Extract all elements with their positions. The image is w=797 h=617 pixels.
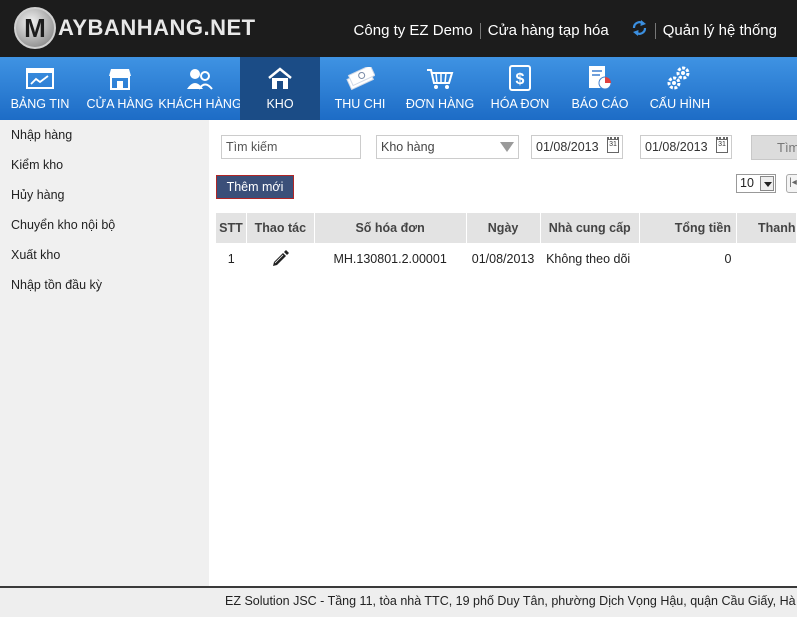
divider <box>654 22 656 39</box>
cell-invoice[interactable]: MH.130801.2.00001 <box>314 243 466 275</box>
footer-address: EZ Solution JSC - Tầng 11, tòa nhà TTC, … <box>225 594 797 608</box>
cash-icon <box>345 57 375 93</box>
nav-orders[interactable]: ĐƠN HÀNG <box>400 57 480 120</box>
calendar-icon[interactable]: 31 <box>716 137 728 153</box>
sidebar-item-export[interactable]: Xuất kho <box>0 240 209 270</box>
date-from-field[interactable]: 01/08/2013 31 <box>531 135 623 159</box>
warehouse-icon <box>267 57 293 93</box>
page-size-select[interactable]: 10 <box>736 174 776 193</box>
svg-text:$: $ <box>516 71 525 88</box>
header-action[interactable]: Thao tác <box>246 213 315 243</box>
refresh-icon[interactable] <box>631 19 648 42</box>
pager: 10 |◂ <box>736 174 797 193</box>
search-input[interactable] <box>221 135 361 159</box>
cell-total: 0 <box>724 252 732 266</box>
admin-link[interactable]: Quản lý hệ thống <box>663 22 777 39</box>
divider <box>479 22 481 39</box>
logo-badge: M <box>14 7 56 49</box>
invoice-icon: $ <box>508 57 532 93</box>
import-table: STT Thao tác Số hóa đơn Ngày Nhà cung cấ… <box>216 213 797 275</box>
sidebar-item-dispose[interactable]: Hủy hàng <box>0 180 209 210</box>
logo[interactable]: M AYBANHANG.NET <box>14 7 256 49</box>
cell-supplier: Không theo dõi <box>546 252 631 266</box>
table-header-row: STT Thao tác Số hóa đơn Ngày Nhà cung cấ… <box>216 213 797 243</box>
nav-warehouse[interactable]: KHO <box>240 57 320 120</box>
company-link[interactable]: Công ty EZ Demo <box>354 22 473 39</box>
footer: EZ Solution JSC - Tầng 11, tòa nhà TTC, … <box>0 586 797 617</box>
sidebar-item-transfer[interactable]: Chuyển kho nội bộ <box>0 210 209 240</box>
settings-icon <box>666 57 694 93</box>
warehouse-select[interactable]: Kho hàng <box>376 135 519 159</box>
header-paid[interactable]: Thanh <box>736 213 797 243</box>
chevron-down-icon <box>760 176 774 191</box>
edit-icon[interactable] <box>246 243 314 275</box>
customers-icon <box>186 57 214 93</box>
header-date[interactable]: Ngày <box>466 213 541 243</box>
chevron-down-icon <box>500 142 514 152</box>
store-link[interactable]: Cửa hàng tạp hóa <box>488 22 609 39</box>
cell-paid <box>736 243 796 275</box>
table-row: 1 MH.130801.2.00001 01/08/2013 Không the… <box>216 243 797 275</box>
header-supplier[interactable]: Nhà cung cấp <box>540 213 640 243</box>
cell-stt: 1 <box>227 252 235 266</box>
nav-cash[interactable]: THU CHI <box>320 57 400 120</box>
nav-settings[interactable]: CẤU HÌNH <box>640 57 720 120</box>
header-stt[interactable]: STT <box>216 213 247 243</box>
calendar-icon[interactable]: 31 <box>607 137 619 153</box>
cell-date: 01/08/2013 <box>471 252 535 266</box>
sidebar-item-opening-stock[interactable]: Nhập tồn đầu kỳ <box>0 270 209 300</box>
nav-dashboard[interactable]: BẢNG TIN <box>0 57 80 120</box>
search-button[interactable]: Tìm <box>751 135 797 160</box>
header-total[interactable]: Tổng tiền <box>639 213 737 243</box>
first-page-button[interactable]: |◂ <box>786 174 797 193</box>
main-content: Kho hàng 01/08/2013 31 01/08/2013 31 Tìm… <box>209 120 797 586</box>
report-icon <box>586 57 614 93</box>
header-invoice[interactable]: Số hóa đơn <box>314 213 467 243</box>
dashboard-icon <box>26 57 54 93</box>
top-right-menu: Công ty EZ Demo Cửa hàng tạp hóa Quản lý… <box>354 19 777 42</box>
date-to-field[interactable]: 01/08/2013 31 <box>640 135 732 159</box>
top-bar: M AYBANHANG.NET Công ty EZ Demo Cửa hàng… <box>0 0 797 57</box>
nav-store[interactable]: CỬA HÀNG <box>80 57 160 120</box>
cart-icon <box>426 57 454 93</box>
store-icon <box>107 57 133 93</box>
add-new-button[interactable]: Thêm mới <box>216 175 294 199</box>
sidebar-item-stocktake[interactable]: Kiểm kho <box>0 150 209 180</box>
logo-text: AYBANHANG.NET <box>58 15 256 40</box>
main-nav: BẢNG TIN CỬA HÀNG KHÁCH HÀNG KHO THU CHI… <box>0 57 797 120</box>
nav-invoices[interactable]: $ HÓA ĐƠN <box>480 57 560 120</box>
nav-reports[interactable]: BÁO CÁO <box>560 57 640 120</box>
sidebar-item-import[interactable]: Nhập hàng <box>0 120 209 150</box>
nav-customers[interactable]: KHÁCH HÀNG <box>158 57 242 120</box>
sidebar: Nhập hàng Kiểm kho Hủy hàng Chuyển kho n… <box>0 120 209 586</box>
